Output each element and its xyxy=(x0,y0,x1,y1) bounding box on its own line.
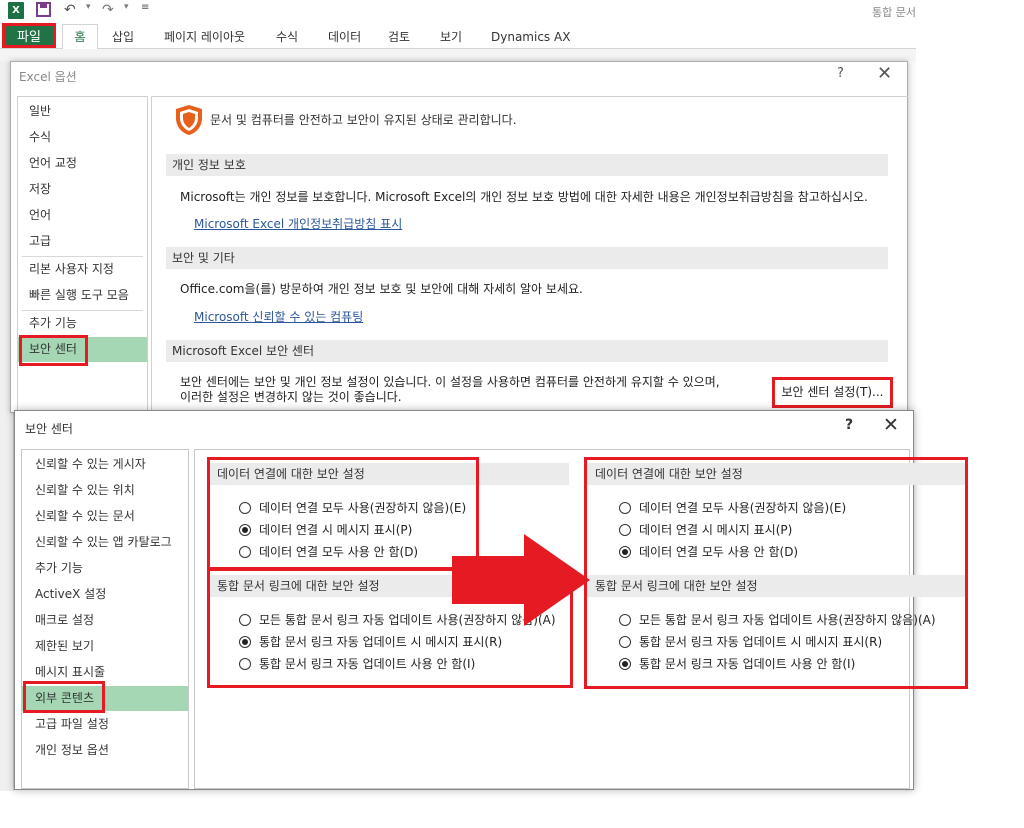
save-icon[interactable] xyxy=(36,2,51,17)
undo-icon[interactable]: ↶ xyxy=(64,2,76,18)
customize-qat-icon[interactable]: ≡ xyxy=(141,2,149,13)
ribbon-tabs: 파일 홈 삽입 페이지 레이아웃 수식 데이터 검토 보기 Dynamics A… xyxy=(0,22,916,50)
nav-item-privacy-options[interactable]: 개인 정보 옵션 xyxy=(22,738,188,763)
close-button[interactable]: ✕ xyxy=(883,414,899,436)
trust-center-nav: 신뢰할 수 있는 게시자 신뢰할 수 있는 위치 신뢰할 수 있는 문서 신뢰할… xyxy=(21,449,189,789)
help-button[interactable]: ? xyxy=(837,66,844,81)
nav-item-general[interactable]: 일반 xyxy=(18,99,147,124)
help-button[interactable]: ? xyxy=(845,417,853,433)
tab-dynamics-ax[interactable]: Dynamics AX xyxy=(491,26,570,48)
arrow-right-icon xyxy=(452,534,590,626)
nav-item-trusted-publishers[interactable]: 신뢰할 수 있는 게시자 xyxy=(22,452,188,477)
section-trust-center-title: Microsoft Excel 보안 센터 xyxy=(166,340,888,362)
tab-formulas[interactable]: 수식 xyxy=(276,26,298,48)
nav-item-advanced[interactable]: 고급 xyxy=(18,229,147,254)
nav-item-proofing[interactable]: 언어 교정 xyxy=(18,151,147,176)
nav-item-activex-settings[interactable]: ActiveX 설정 xyxy=(22,582,188,607)
nav-item-save[interactable]: 저장 xyxy=(18,177,147,202)
nav-item-quick-access-toolbar[interactable]: 빠른 실행 도구 모음 xyxy=(18,283,147,308)
nav-item-formulas[interactable]: 수식 xyxy=(18,125,147,150)
nav-item-macro-settings[interactable]: 매크로 설정 xyxy=(22,608,188,633)
tab-review[interactable]: 검토 xyxy=(388,26,410,48)
highlight-box xyxy=(19,335,88,366)
excel-options-dialog: Excel 옵션 ? ✕ 일반 수식 언어 교정 저장 언어 고급 리본 사용자… xyxy=(10,61,908,414)
highlight-box xyxy=(23,681,105,713)
excel-app-icon: X xyxy=(8,2,24,19)
page-heading: 문서 및 컴퓨터를 안전하고 보안이 유지된 상태로 관리합니다. xyxy=(210,113,517,127)
tab-data[interactable]: 데이터 xyxy=(328,26,361,48)
tab-insert[interactable]: 삽입 xyxy=(112,26,134,48)
trustworthy-computing-link[interactable]: Microsoft 신뢰할 수 있는 컴퓨팅 xyxy=(194,308,363,325)
nav-item-trusted-documents[interactable]: 신뢰할 수 있는 문서 xyxy=(22,504,188,529)
nav-item-add-ins[interactable]: 추가 기능 xyxy=(22,556,188,581)
window-title: 통합 문서 xyxy=(872,6,916,19)
section-privacy-title: 개인 정보 보호 xyxy=(166,154,888,176)
privacy-statement-link[interactable]: Microsoft Excel 개인정보취급방침 표시 xyxy=(194,215,402,232)
close-button[interactable]: ✕ xyxy=(877,63,892,84)
privacy-text: Microsoft는 개인 정보를 보호합니다. Microsoft Excel… xyxy=(180,190,868,204)
nav-item-trusted-locations[interactable]: 신뢰할 수 있는 위치 xyxy=(22,478,188,503)
nav-item-customize-ribbon[interactable]: 리본 사용자 지정 xyxy=(18,257,147,282)
options-nav: 일반 수식 언어 교정 저장 언어 고급 리본 사용자 지정 빠른 실행 도구 … xyxy=(17,96,148,414)
trust-center-text-2: 이러한 설정은 변경하지 않는 것이 좋습니다. xyxy=(180,390,402,404)
dialog-title: Excel 옵션 xyxy=(19,70,77,84)
section-security-title: 보안 및 기타 xyxy=(166,247,888,269)
undo-dropdown-icon[interactable]: ▾ xyxy=(86,2,91,12)
shield-icon xyxy=(176,105,202,135)
nav-item-add-ins[interactable]: 추가 기능 xyxy=(18,311,147,336)
nav-item-language[interactable]: 언어 xyxy=(18,203,147,228)
tab-page-layout[interactable]: 페이지 레이아웃 xyxy=(164,26,245,48)
highlight-frame-before-data xyxy=(207,457,479,570)
highlight-frame-after xyxy=(584,457,968,689)
tab-file[interactable]: 파일 xyxy=(2,23,56,48)
tab-home[interactable]: 홈 xyxy=(62,24,98,50)
nav-item-protected-view[interactable]: 제한된 보기 xyxy=(22,634,188,659)
redo-icon[interactable]: ↷ xyxy=(102,2,114,18)
dialog-title: 보안 센터 xyxy=(25,422,73,436)
options-content: 문서 및 컴퓨터를 안전하고 보안이 유지된 상태로 관리합니다. 개인 정보 … xyxy=(151,96,908,414)
nav-item-trusted-app-catalogs[interactable]: 신뢰할 수 있는 앱 카탈로그 xyxy=(22,530,188,555)
security-text: Office.com을(를) 방문하여 개인 정보 보호 및 보안에 대해 자세… xyxy=(180,282,583,296)
quick-access-toolbar: X ↶ ▾ ↷ ▾ ≡ 통합 문서 xyxy=(0,0,916,22)
nav-item-file-block-settings[interactable]: 고급 파일 설정 xyxy=(22,712,188,737)
trust-center-settings-button[interactable]: 보안 센터 설정(T)... xyxy=(772,377,893,408)
tab-view[interactable]: 보기 xyxy=(440,26,462,48)
ribbon-body xyxy=(0,49,916,61)
redo-dropdown-icon[interactable]: ▾ xyxy=(124,2,129,12)
